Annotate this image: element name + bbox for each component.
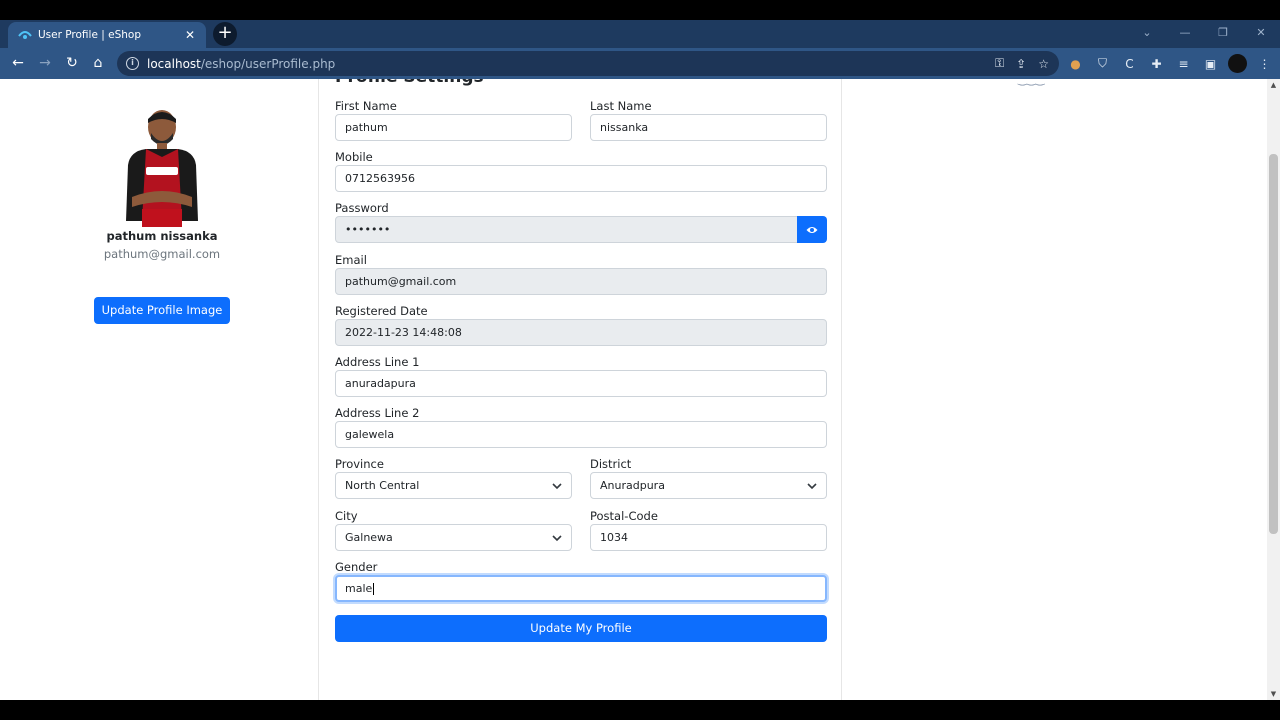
browser-tab[interactable]: User Profile | eShop ✕ [8,22,206,48]
address-bar[interactable]: i localhost /eshop/userProfile.php ⚿ ⇪ ☆ [117,51,1059,76]
tab-close-icon[interactable]: ✕ [182,28,198,42]
clipped-link: ‿‿‿ [1018,79,1045,86]
forward-icon[interactable]: → [35,53,55,73]
profile-name: pathum nissanka [106,229,218,243]
minimize-icon[interactable]: — [1166,20,1204,48]
province-value: North Central [345,479,420,492]
first-name-label: First Name [335,99,397,113]
address-line-2-field[interactable]: galewela [335,421,827,448]
last-name-label: Last Name [590,99,652,113]
back-icon[interactable]: ← [8,53,28,73]
update-my-profile-button[interactable]: Update My Profile [335,615,827,642]
text-caret [373,583,375,595]
mobile-field[interactable]: 0712563956 [335,165,827,192]
show-password-button[interactable] [797,216,827,243]
profile-avatar-icon[interactable] [1228,54,1247,73]
shield-extension-icon[interactable]: ⛉ [1093,56,1112,71]
window-controls: ⌄ — ❐ ✕ [1128,20,1280,48]
city-label: City [335,509,358,523]
update-profile-image-button[interactable]: Update Profile Image [94,297,230,324]
browser-menu-icon[interactable]: ⋮ [1255,57,1274,71]
district-value: Anuradpura [600,479,665,492]
email-label: Email [335,253,367,267]
bottom-letterbox [0,700,1280,720]
scroll-down-icon[interactable]: ▼ [1267,688,1280,700]
password-label: Password [335,201,389,215]
extension-c-icon[interactable]: C [1120,57,1139,71]
site-info-icon[interactable]: i [126,57,139,70]
last-name-field[interactable]: nissanka [590,114,827,141]
gender-field[interactable]: male [335,575,827,602]
gender-value: male [345,582,373,595]
mobile-label: Mobile [335,150,373,164]
scroll-thumb[interactable] [1269,154,1278,534]
url-path: /eshop/userProfile.php [200,56,336,71]
profile-avatar [126,110,198,227]
right-column: ‿‿‿ [842,79,1267,700]
side-panel-icon[interactable]: ▣ [1201,57,1220,71]
district-label: District [590,457,632,471]
page-viewport: pathum nissanka pathum@gmail.com Update … [0,79,1267,700]
url-host: localhost [147,56,201,71]
password-field[interactable]: ••••••• [335,216,798,243]
tab-search-icon[interactable]: ⌄ [1128,20,1166,48]
chevron-down-icon [552,483,562,490]
address-line-1-label: Address Line 1 [335,355,420,369]
extensions-puzzle-icon[interactable]: ✚ [1147,57,1166,71]
profile-email: pathum@gmail.com [103,247,221,261]
scroll-up-icon[interactable]: ▲ [1267,79,1280,91]
profile-sidebar: pathum nissanka pathum@gmail.com Update … [0,79,318,700]
browser-toolbar: ← → ↻ ⌂ i localhost /eshop/userProfile.p… [0,48,1280,79]
first-name-field[interactable]: pathum [335,114,572,141]
tab-strip: User Profile | eShop ✕ [0,20,1280,48]
cookie-extension-icon[interactable]: ● [1066,57,1085,71]
address-line-2-label: Address Line 2 [335,406,420,420]
top-letterbox [0,0,1280,20]
maximize-icon[interactable]: ❐ [1204,20,1242,48]
province-label: Province [335,457,384,471]
email-field[interactable]: pathum@gmail.com [335,268,827,295]
province-select[interactable]: North Central [335,472,572,499]
chevron-down-icon [552,535,562,542]
profile-settings-panel: Profile Settings First Name pathum Last … [318,79,842,700]
registered-date-label: Registered Date [335,304,428,318]
new-tab-button[interactable]: + [213,22,237,46]
reload-icon[interactable]: ↻ [62,53,82,73]
address-line-1-field[interactable]: anuradapura [335,370,827,397]
share-icon[interactable]: ⇪ [1016,57,1026,71]
postal-code-label: Postal-Code [590,509,658,523]
district-select[interactable]: Anuradpura [590,472,827,499]
postal-code-field[interactable]: 1034 [590,524,827,551]
close-window-icon[interactable]: ✕ [1242,20,1280,48]
city-select[interactable]: Galnewa [335,524,572,551]
password-key-icon[interactable]: ⚿ [995,56,1004,71]
chevron-down-icon [807,483,817,490]
eye-icon [806,226,818,233]
tab-title: User Profile | eShop [38,29,142,41]
city-value: Galnewa [345,531,393,544]
home-icon[interactable]: ⌂ [88,53,108,73]
bookmark-star-icon[interactable]: ☆ [1038,57,1049,71]
media-control-icon[interactable]: ≡ [1174,57,1193,71]
registered-date-field[interactable]: 2022-11-23 14:48:08 [335,319,827,346]
eshop-favicon-icon [18,28,32,42]
page-scrollbar[interactable]: ▲ ▼ [1267,79,1280,700]
gender-label: Gender [335,560,378,574]
page-title: Profile Settings [335,79,484,87]
